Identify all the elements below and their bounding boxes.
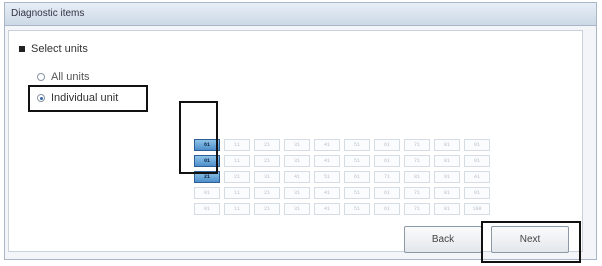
unit-cell[interactable]: 51: [344, 139, 370, 151]
highlight-box-individual-unit: [28, 85, 148, 112]
unit-cell[interactable]: 31: [284, 203, 310, 215]
unit-cell[interactable]: 41: [314, 187, 340, 199]
unit-cell[interactable]: 01: [194, 203, 220, 215]
main-panel: Select units All units Individual unit 6…: [8, 30, 583, 253]
select-units-label: Select units: [31, 43, 88, 55]
unit-cell[interactable]: 61: [374, 203, 400, 215]
unit-cell[interactable]: 11: [224, 139, 250, 151]
unit-cell[interactable]: 71: [404, 203, 430, 215]
unit-cell[interactable]: 41: [284, 171, 310, 183]
unit-cell[interactable]: 31: [254, 171, 280, 183]
unit-cell[interactable]: 11: [224, 155, 250, 167]
unit-cell[interactable]: 71: [404, 187, 430, 199]
window-title: Diagnostic items: [5, 3, 596, 26]
radio-all-units-label: All units: [51, 71, 90, 83]
unit-cell[interactable]: 11: [224, 187, 250, 199]
unit-cell[interactable]: 91: [464, 155, 490, 167]
unit-cell[interactable]: A1: [464, 171, 490, 183]
unit-cell[interactable]: 81: [434, 187, 460, 199]
unit-cell[interactable]: 41: [314, 155, 340, 167]
unit-cell[interactable]: 61: [344, 171, 370, 183]
highlight-box-selected-units: [179, 101, 218, 174]
unit-cell[interactable]: 11: [224, 203, 250, 215]
unit-cell[interactable]: 51: [344, 187, 370, 199]
unit-cell[interactable]: 61: [374, 139, 400, 151]
unit-cell[interactable]: 51: [314, 171, 340, 183]
unit-cell[interactable]: 81: [404, 171, 430, 183]
unit-cell[interactable]: 91: [464, 139, 490, 151]
radio-all-units[interactable]: All units: [37, 71, 90, 83]
unit-cell[interactable]: 71: [404, 139, 430, 151]
unit-cell[interactable]: 61: [374, 155, 400, 167]
unit-cell[interactable]: 71: [404, 155, 430, 167]
highlight-box-next-button: [481, 221, 581, 263]
unit-cell[interactable]: 31: [284, 155, 310, 167]
bullet-icon: [19, 46, 25, 53]
unit-cell[interactable]: 31: [284, 187, 310, 199]
unit-cell[interactable]: 21: [254, 155, 280, 167]
back-button[interactable]: Back: [404, 226, 482, 253]
unit-cell[interactable]: 100: [464, 203, 490, 215]
unit-cell[interactable]: 41: [314, 139, 340, 151]
unit-cell[interactable]: 51: [344, 155, 370, 167]
unit-cell[interactable]: 81: [434, 139, 460, 151]
unit-cell[interactable]: 21: [254, 139, 280, 151]
unit-cell[interactable]: 91: [464, 187, 490, 199]
unit-cell[interactable]: 81: [434, 203, 460, 215]
unit-cell[interactable]: 31: [284, 139, 310, 151]
unit-cell[interactable]: 01: [194, 187, 220, 199]
unit-cell[interactable]: 71: [374, 171, 400, 183]
select-units-heading: Select units: [19, 43, 88, 55]
unit-cell[interactable]: 51: [344, 203, 370, 215]
unit-cell[interactable]: 61: [374, 187, 400, 199]
radio-icon: [37, 73, 45, 81]
unit-cell[interactable]: 21: [224, 171, 250, 183]
unit-cell[interactable]: 21: [254, 187, 280, 199]
unit-cell[interactable]: 41: [314, 203, 340, 215]
unit-cell[interactable]: 91: [434, 171, 460, 183]
unit-cell[interactable]: 81: [434, 155, 460, 167]
unit-cell[interactable]: 21: [254, 203, 280, 215]
